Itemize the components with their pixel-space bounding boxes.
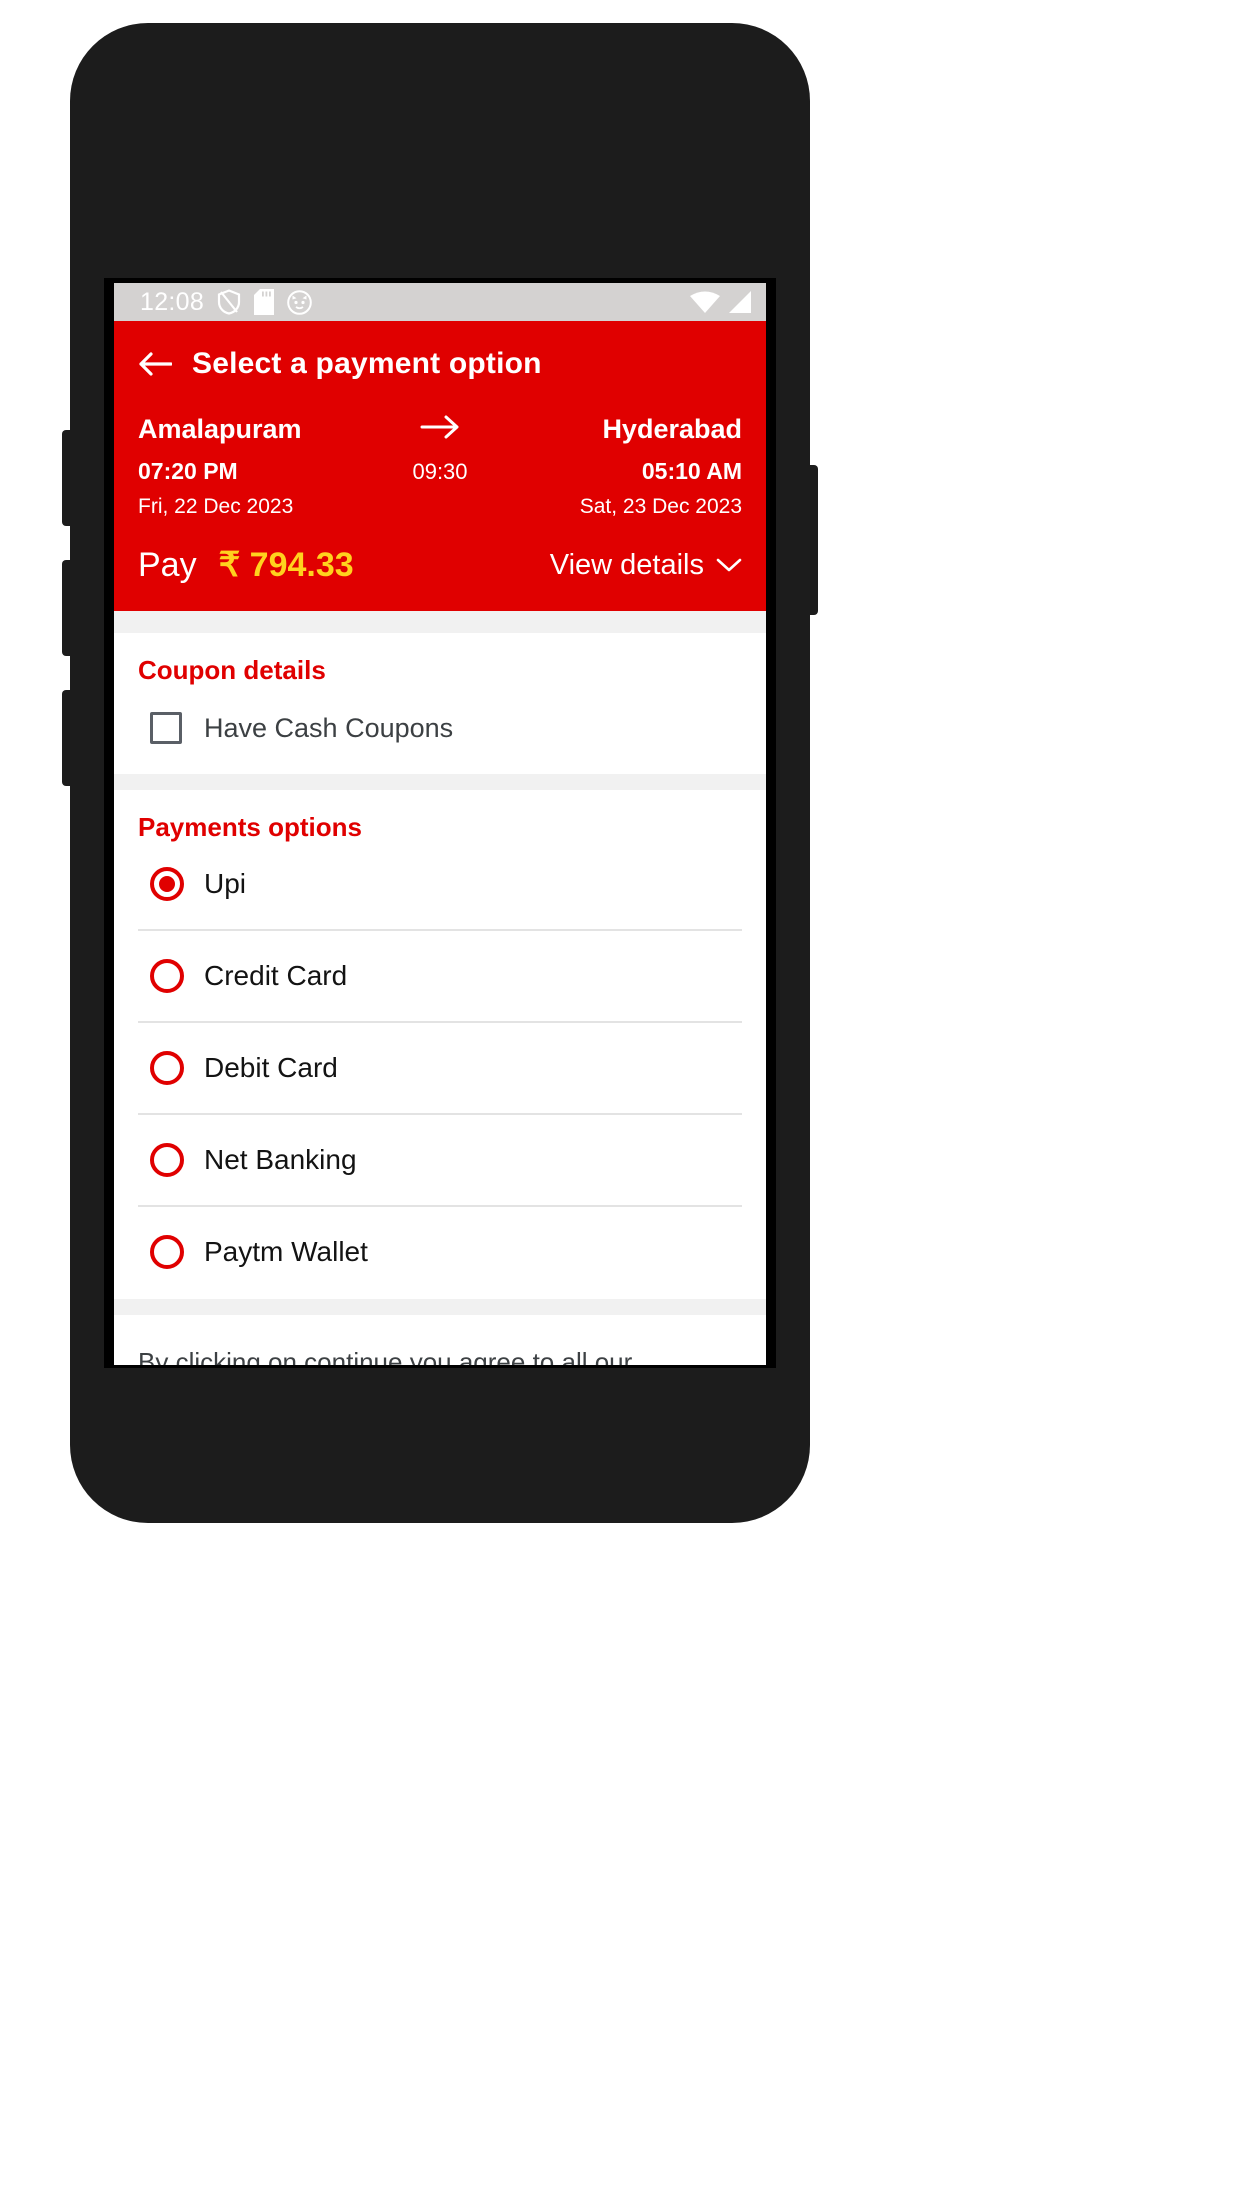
payment-option-label: Net Banking xyxy=(204,1144,357,1175)
payment-options-list: Upi Credit Card Debit Card Net Banking P… xyxy=(138,843,742,1299)
journey-summary: Amalapuram Hyderabad 07:20 PM 09:30 05:1… xyxy=(114,391,766,611)
payment-option-label: Credit Card xyxy=(204,960,348,991)
view-details-button[interactable]: View details xyxy=(550,549,742,582)
payment-option-upi[interactable]: Upi xyxy=(138,843,742,931)
payment-option-net-banking[interactable]: Net Banking xyxy=(138,1115,742,1207)
journey-duration: 09:30 xyxy=(412,458,468,484)
app-bar: Select a payment option xyxy=(114,321,766,391)
duration-cell: 09:30 xyxy=(365,459,515,485)
status-bar: 12:08 xyxy=(114,283,766,321)
arrow-right-icon xyxy=(420,415,459,439)
arrival-date: Sat, 23 Dec 2023 xyxy=(579,495,742,518)
payment-options-card: Payments options Upi Credit Card Debit C… xyxy=(114,790,766,1299)
have-cash-coupons-label: Have Cash Coupons xyxy=(204,712,454,743)
payment-option-paytm-wallet[interactable]: Paytm Wallet xyxy=(138,1207,742,1297)
journey-dates-row: Fri, 22 Dec 2023 Sat, 23 Dec 2023 xyxy=(138,495,742,519)
arrival-date-cell: Sat, 23 Dec 2023 xyxy=(515,495,742,519)
page-title: Select a payment option xyxy=(192,347,542,380)
phone-screen: 12:08 Select a payment option Amalapuram… xyxy=(104,278,776,1368)
divider-after-journey xyxy=(114,611,766,633)
arrival-time: 05:10 AM xyxy=(641,458,742,484)
chevron-down-icon xyxy=(716,558,742,572)
wifi-icon xyxy=(690,291,720,313)
radio-dot-selected xyxy=(159,876,175,892)
departure-time: 07:20 PM xyxy=(138,458,238,484)
view-details-label: View details xyxy=(549,548,704,581)
screenshot-root: 12:08 Select a payment option Amalapuram… xyxy=(0,0,1242,2208)
cat-face-icon xyxy=(287,289,312,315)
arrival-time-cell: 05:10 AM xyxy=(515,458,742,485)
status-bar-clock: 12:08 xyxy=(140,287,205,316)
divider-after-payments xyxy=(114,1299,766,1315)
origin-city-cell: Amalapuram xyxy=(138,414,365,445)
radio-paytm-wallet[interactable] xyxy=(150,1235,184,1269)
journey-arrow-cell xyxy=(365,413,515,446)
radio-debit-card[interactable] xyxy=(150,1051,184,1085)
terms-section: By clicking on continue you agree to all… xyxy=(114,1315,766,1365)
back-arrow-icon[interactable] xyxy=(138,350,172,378)
divider-after-coupon xyxy=(114,774,766,790)
origin-city: Amalapuram xyxy=(138,414,302,444)
payment-option-label: Debit Card xyxy=(204,1052,338,1083)
radio-net-banking[interactable] xyxy=(150,1143,184,1177)
pay-amount: ₹ 794.33 xyxy=(218,546,354,584)
radio-upi[interactable] xyxy=(150,867,184,901)
payment-option-label: Paytm Wallet xyxy=(204,1236,368,1267)
departure-time-cell: 07:20 PM xyxy=(138,458,365,485)
pay-label: Pay xyxy=(138,545,197,584)
destination-city: Hyderabad xyxy=(602,414,742,444)
signal-icon xyxy=(729,291,751,313)
sd-card-icon xyxy=(254,289,275,315)
have-cash-coupons-row[interactable]: Have Cash Coupons xyxy=(138,686,742,774)
coupon-details-card: Coupon details Have Cash Coupons xyxy=(114,633,766,774)
pay-row: Pay ₹ 794.33 View details xyxy=(138,545,742,611)
status-bar-left: 12:08 xyxy=(140,289,312,315)
coupon-details-title: Coupon details xyxy=(138,655,326,685)
payment-option-credit-card[interactable]: Credit Card xyxy=(138,931,742,1023)
journey-cities-row: Amalapuram Hyderabad xyxy=(138,413,742,446)
radio-credit-card[interactable] xyxy=(150,959,184,993)
have-cash-coupons-checkbox[interactable] xyxy=(150,712,182,744)
departure-date-cell: Fri, 22 Dec 2023 xyxy=(138,495,365,519)
shield-icon xyxy=(217,289,241,315)
payment-option-debit-card[interactable]: Debit Card xyxy=(138,1023,742,1115)
destination-city-cell: Hyderabad xyxy=(515,414,742,445)
status-bar-right xyxy=(689,290,752,314)
payment-option-label: Upi xyxy=(204,868,247,899)
journey-times-row: 07:20 PM 09:30 05:10 AM xyxy=(138,458,742,485)
screen-content: 12:08 Select a payment option Amalapuram… xyxy=(114,283,766,1365)
terms-agreement-text: By clicking on continue you agree to all… xyxy=(138,1347,633,1365)
payment-options-title: Payments options xyxy=(138,812,362,842)
departure-date: Fri, 22 Dec 2023 xyxy=(138,495,294,518)
